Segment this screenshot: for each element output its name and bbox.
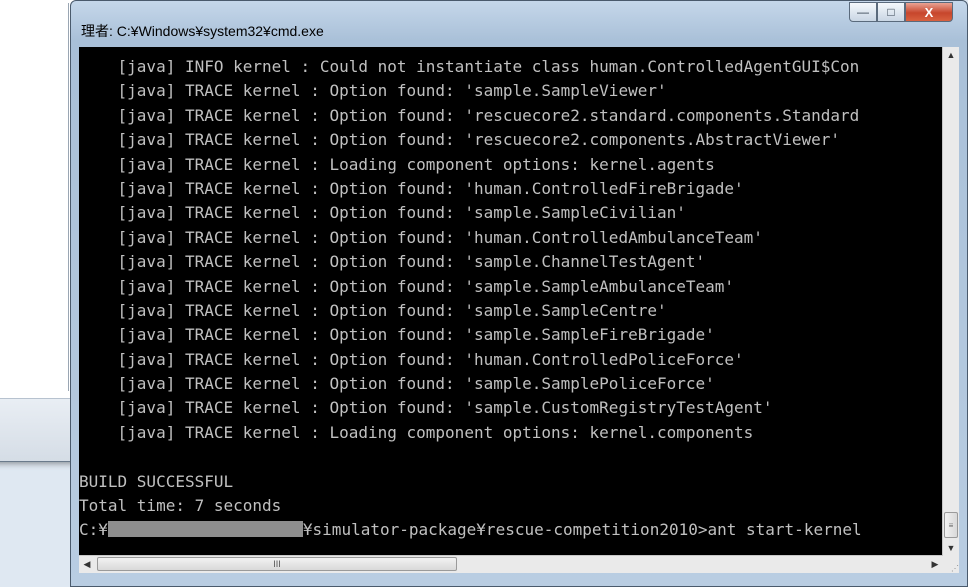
- background-window-content: [3, 3, 69, 391]
- scroll-left-arrow-icon[interactable]: ◀: [79, 556, 95, 573]
- console-line: [java] TRACE kernel : Option found: 'hum…: [79, 349, 744, 369]
- console-line: [java] TRACE kernel : Option found: 'sam…: [79, 81, 667, 101]
- maximize-button[interactable]: □: [877, 2, 905, 22]
- scroll-up-arrow-icon[interactable]: ▲: [943, 47, 959, 63]
- console-text: [java] INFO kernel : Could not instantia…: [79, 47, 943, 543]
- prompt-command: ¥simulator-package¥rescue-competition201…: [302, 520, 862, 540]
- console-output[interactable]: [java] INFO kernel : Could not instantia…: [79, 47, 943, 556]
- window-controls: — □ X: [849, 2, 953, 22]
- resize-grip-icon[interactable]: ⋰: [943, 556, 959, 573]
- title-bar[interactable]: 理者: C:¥Windows¥system32¥cmd.exe — □ X: [71, 1, 967, 49]
- console-line: [java] TRACE kernel : Option found: 'hum…: [79, 227, 763, 247]
- horizontal-scrollbar[interactable]: ◀ III ▶: [79, 555, 943, 573]
- horizontal-scroll-thumb[interactable]: III: [97, 557, 457, 571]
- close-button[interactable]: X: [905, 2, 953, 22]
- console-line: [java] TRACE kernel : Option found: 'res…: [79, 130, 840, 150]
- vertical-scroll-thumb[interactable]: ≡: [944, 512, 958, 538]
- console-line: [java] TRACE kernel : Loading component …: [79, 422, 754, 442]
- cmd-window[interactable]: 理者: C:¥Windows¥system32¥cmd.exe — □ X [j…: [70, 0, 968, 587]
- window-title: 理者: C:¥Windows¥system32¥cmd.exe: [81, 23, 324, 39]
- console-line: BUILD SUCCESSFUL: [79, 471, 234, 491]
- console-line: Total time: 7 seconds: [79, 496, 282, 516]
- console-line: [java] TRACE kernel : Option found: 'hum…: [79, 178, 744, 198]
- console-line: [java] INFO kernel : Could not instantia…: [79, 57, 860, 76]
- vertical-scrollbar[interactable]: ▲ ≡ ▼: [942, 47, 959, 556]
- redacted-path: [107, 521, 303, 538]
- console-line: [java] TRACE kernel : Option found: 'sam…: [79, 252, 706, 272]
- minimize-button[interactable]: —: [849, 2, 877, 22]
- console-line: [java] TRACE kernel : Option found: 'sam…: [79, 374, 715, 394]
- console-line: [java] TRACE kernel : Loading component …: [79, 154, 715, 174]
- scroll-down-arrow-icon[interactable]: ▼: [943, 540, 959, 556]
- background-window-frame: [0, 398, 77, 461]
- console-line: [java] TRACE kernel : Option found: 'sam…: [79, 325, 715, 345]
- console-line: [java] TRACE kernel : Option found: 'sam…: [79, 300, 667, 320]
- console-line: [java] TRACE kernel : Option found: 'sam…: [79, 398, 773, 418]
- background-window[interactable]: [0, 0, 78, 462]
- console-line: [java] TRACE kernel : Option found: 'sam…: [79, 276, 735, 296]
- console-line: [java] TRACE kernel : Option found: 'res…: [79, 105, 860, 125]
- scroll-right-arrow-icon[interactable]: ▶: [927, 556, 943, 573]
- console-line: [java] TRACE kernel : Option found: 'sam…: [79, 203, 686, 223]
- prompt-prefix: C:¥: [79, 520, 108, 540]
- command-prompt-line[interactable]: C:¥ ¥simulator-package¥rescue-competition…: [79, 518, 943, 542]
